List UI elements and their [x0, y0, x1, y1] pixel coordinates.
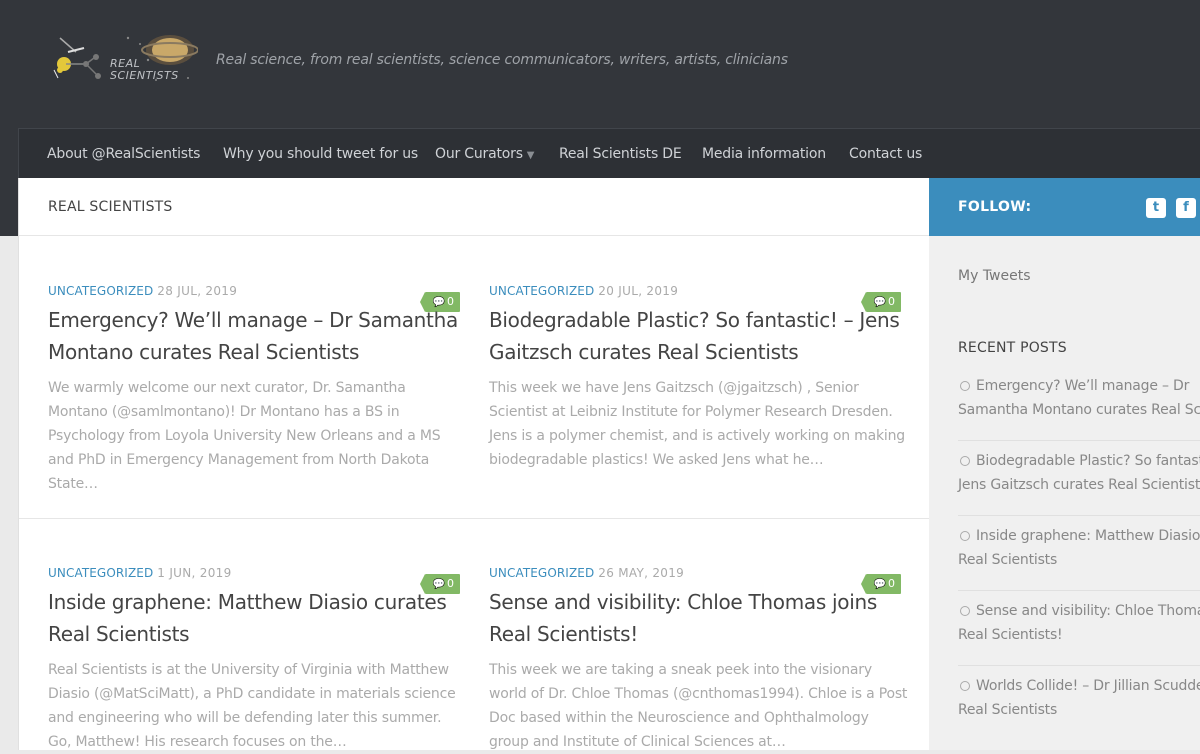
post-date: 20 JUL, 2019 [598, 284, 679, 298]
bullet-circle-icon [960, 456, 970, 466]
follow-label: FOLLOW: [958, 199, 1032, 215]
recent-post-link[interactable]: Worlds Collide! – Dr Jillian Scudder joi… [958, 674, 1200, 740]
main-content: REAL SCIENTISTS UNCATEGORIZED 28 JUL, 201… [18, 178, 930, 750]
logo-text: Real Scientists [110, 57, 179, 82]
recent-post-line: Real Scientists! [958, 627, 1063, 643]
post-date: 1 JUN, 2019 [157, 566, 232, 580]
post-date: 26 MAY, 2019 [598, 566, 685, 580]
nav-item-why-tweet[interactable]: Why you should tweet for us [223, 129, 418, 179]
recent-posts-list: Emergency? We’ll manage – Dr Samantha Mon… [958, 374, 1200, 748]
page-title-bar: REAL SCIENTISTS [19, 178, 930, 236]
post-meta: UNCATEGORIZED 28 JUL, 2019 [48, 284, 237, 298]
main-navigation: About @RealScientists Why you should twe… [18, 128, 1200, 178]
nav-item-about[interactable]: About @RealScientists [47, 129, 200, 179]
recent-post-line: Jens Gaitzsch curates Real Scientists [958, 477, 1200, 493]
nav-item-label: Contact us [849, 146, 923, 162]
post-title-link[interactable]: Sense and visibility: Chloe Thomas joins… [489, 586, 909, 650]
nav-item-label: Real Scientists DE [559, 146, 682, 162]
bullet-circle-icon [960, 681, 970, 691]
recent-post-link[interactable]: Biodegradable Plastic? So fantastic! – Je… [958, 449, 1200, 516]
bullet-circle-icon [960, 381, 970, 391]
recent-post-line: Emergency? We’ll manage – Dr [976, 378, 1190, 394]
recent-posts-heading: RECENT POSTS [958, 340, 1067, 356]
site-logo[interactable]: Real Scientists [48, 30, 199, 94]
recent-post-line: Real Scientists [958, 702, 1058, 718]
post-meta: UNCATEGORIZED 20 JUL, 2019 [489, 284, 678, 298]
bullet-circle-icon [960, 606, 970, 616]
post-meta: UNCATEGORIZED 26 MAY, 2019 [489, 566, 684, 580]
header-top: Real Scientists Real science, from real … [0, 0, 1200, 128]
nav-item-contact[interactable]: Contact us [849, 129, 922, 179]
nav-item-media-information[interactable]: Media information [702, 129, 826, 179]
recent-post-line: Biodegradable Plastic? So fantastic! – [976, 453, 1200, 469]
page-title: REAL SCIENTISTS [48, 199, 173, 215]
recent-post-line: Inside graphene: Matthew Diasio curates [976, 528, 1200, 544]
post-category-link[interactable]: UNCATEGORIZED [48, 284, 153, 298]
nav-item-label: Media information [702, 146, 826, 162]
nav-item-real-scientists-de[interactable]: Real Scientists DE [559, 129, 682, 179]
twitter-icon[interactable]: t [1146, 198, 1166, 218]
post-category-link[interactable]: UNCATEGORIZED [48, 566, 153, 580]
post-category-link[interactable]: UNCATEGORIZED [489, 284, 594, 298]
recent-post-line: Real Scientists [958, 552, 1058, 568]
recent-post-line: Sense and visibility: Chloe Thomas joins [976, 603, 1200, 619]
nav-item-label: About @RealScientists [47, 146, 201, 162]
post-category-link[interactable]: UNCATEGORIZED [489, 566, 594, 580]
post-title-link[interactable]: Biodegradable Plastic? So fantastic! – J… [489, 304, 909, 368]
bullet-circle-icon [960, 531, 970, 541]
chevron-down-icon: ▼ [526, 150, 535, 161]
nav-item-label: Why you should tweet for us [223, 146, 419, 162]
site-tagline: Real science, from real scientists, scie… [216, 52, 788, 68]
nav-item-label: Our Curators [435, 146, 523, 162]
sidebar: FOLLOW: t f My Tweets RECENT POSTS Emerg… [929, 178, 1200, 750]
follow-bar: FOLLOW: t f [929, 178, 1200, 236]
post-title-link[interactable]: Emergency? We’ll manage – Dr Samantha Mo… [48, 304, 468, 368]
recent-post-link[interactable]: Sense and visibility: Chloe Thomas joins… [958, 599, 1200, 666]
post-excerpt: This week we have Jens Gaitzsch (@jgaitz… [489, 380, 905, 468]
nav-item-our-curators[interactable]: Our Curators ▼ [435, 129, 534, 179]
post-excerpt: Real Scientists is at the University of … [48, 662, 456, 750]
post-title-link[interactable]: Inside graphene: Matthew Diasio curates … [48, 586, 468, 650]
post-date: 28 JUL, 2019 [157, 284, 238, 298]
post-meta: UNCATEGORIZED 1 JUN, 2019 [48, 566, 232, 580]
recent-post-line: Worlds Collide! – Dr Jillian Scudder joi… [976, 678, 1200, 694]
post-excerpt: We warmly welcome our next curator, Dr. … [48, 380, 441, 492]
post-excerpt: This week we are taking a sneak peek int… [489, 662, 908, 750]
post-row-divider [19, 518, 930, 519]
my-tweets-link[interactable]: My Tweets [958, 268, 1031, 284]
recent-post-link[interactable]: Emergency? We’ll manage – Dr Samantha Mon… [958, 374, 1200, 441]
recent-post-line: Samantha Montano curates Real Scientists [958, 402, 1200, 418]
recent-post-link[interactable]: Inside graphene: Matthew Diasio curates R… [958, 524, 1200, 591]
facebook-icon[interactable]: f [1176, 198, 1196, 218]
